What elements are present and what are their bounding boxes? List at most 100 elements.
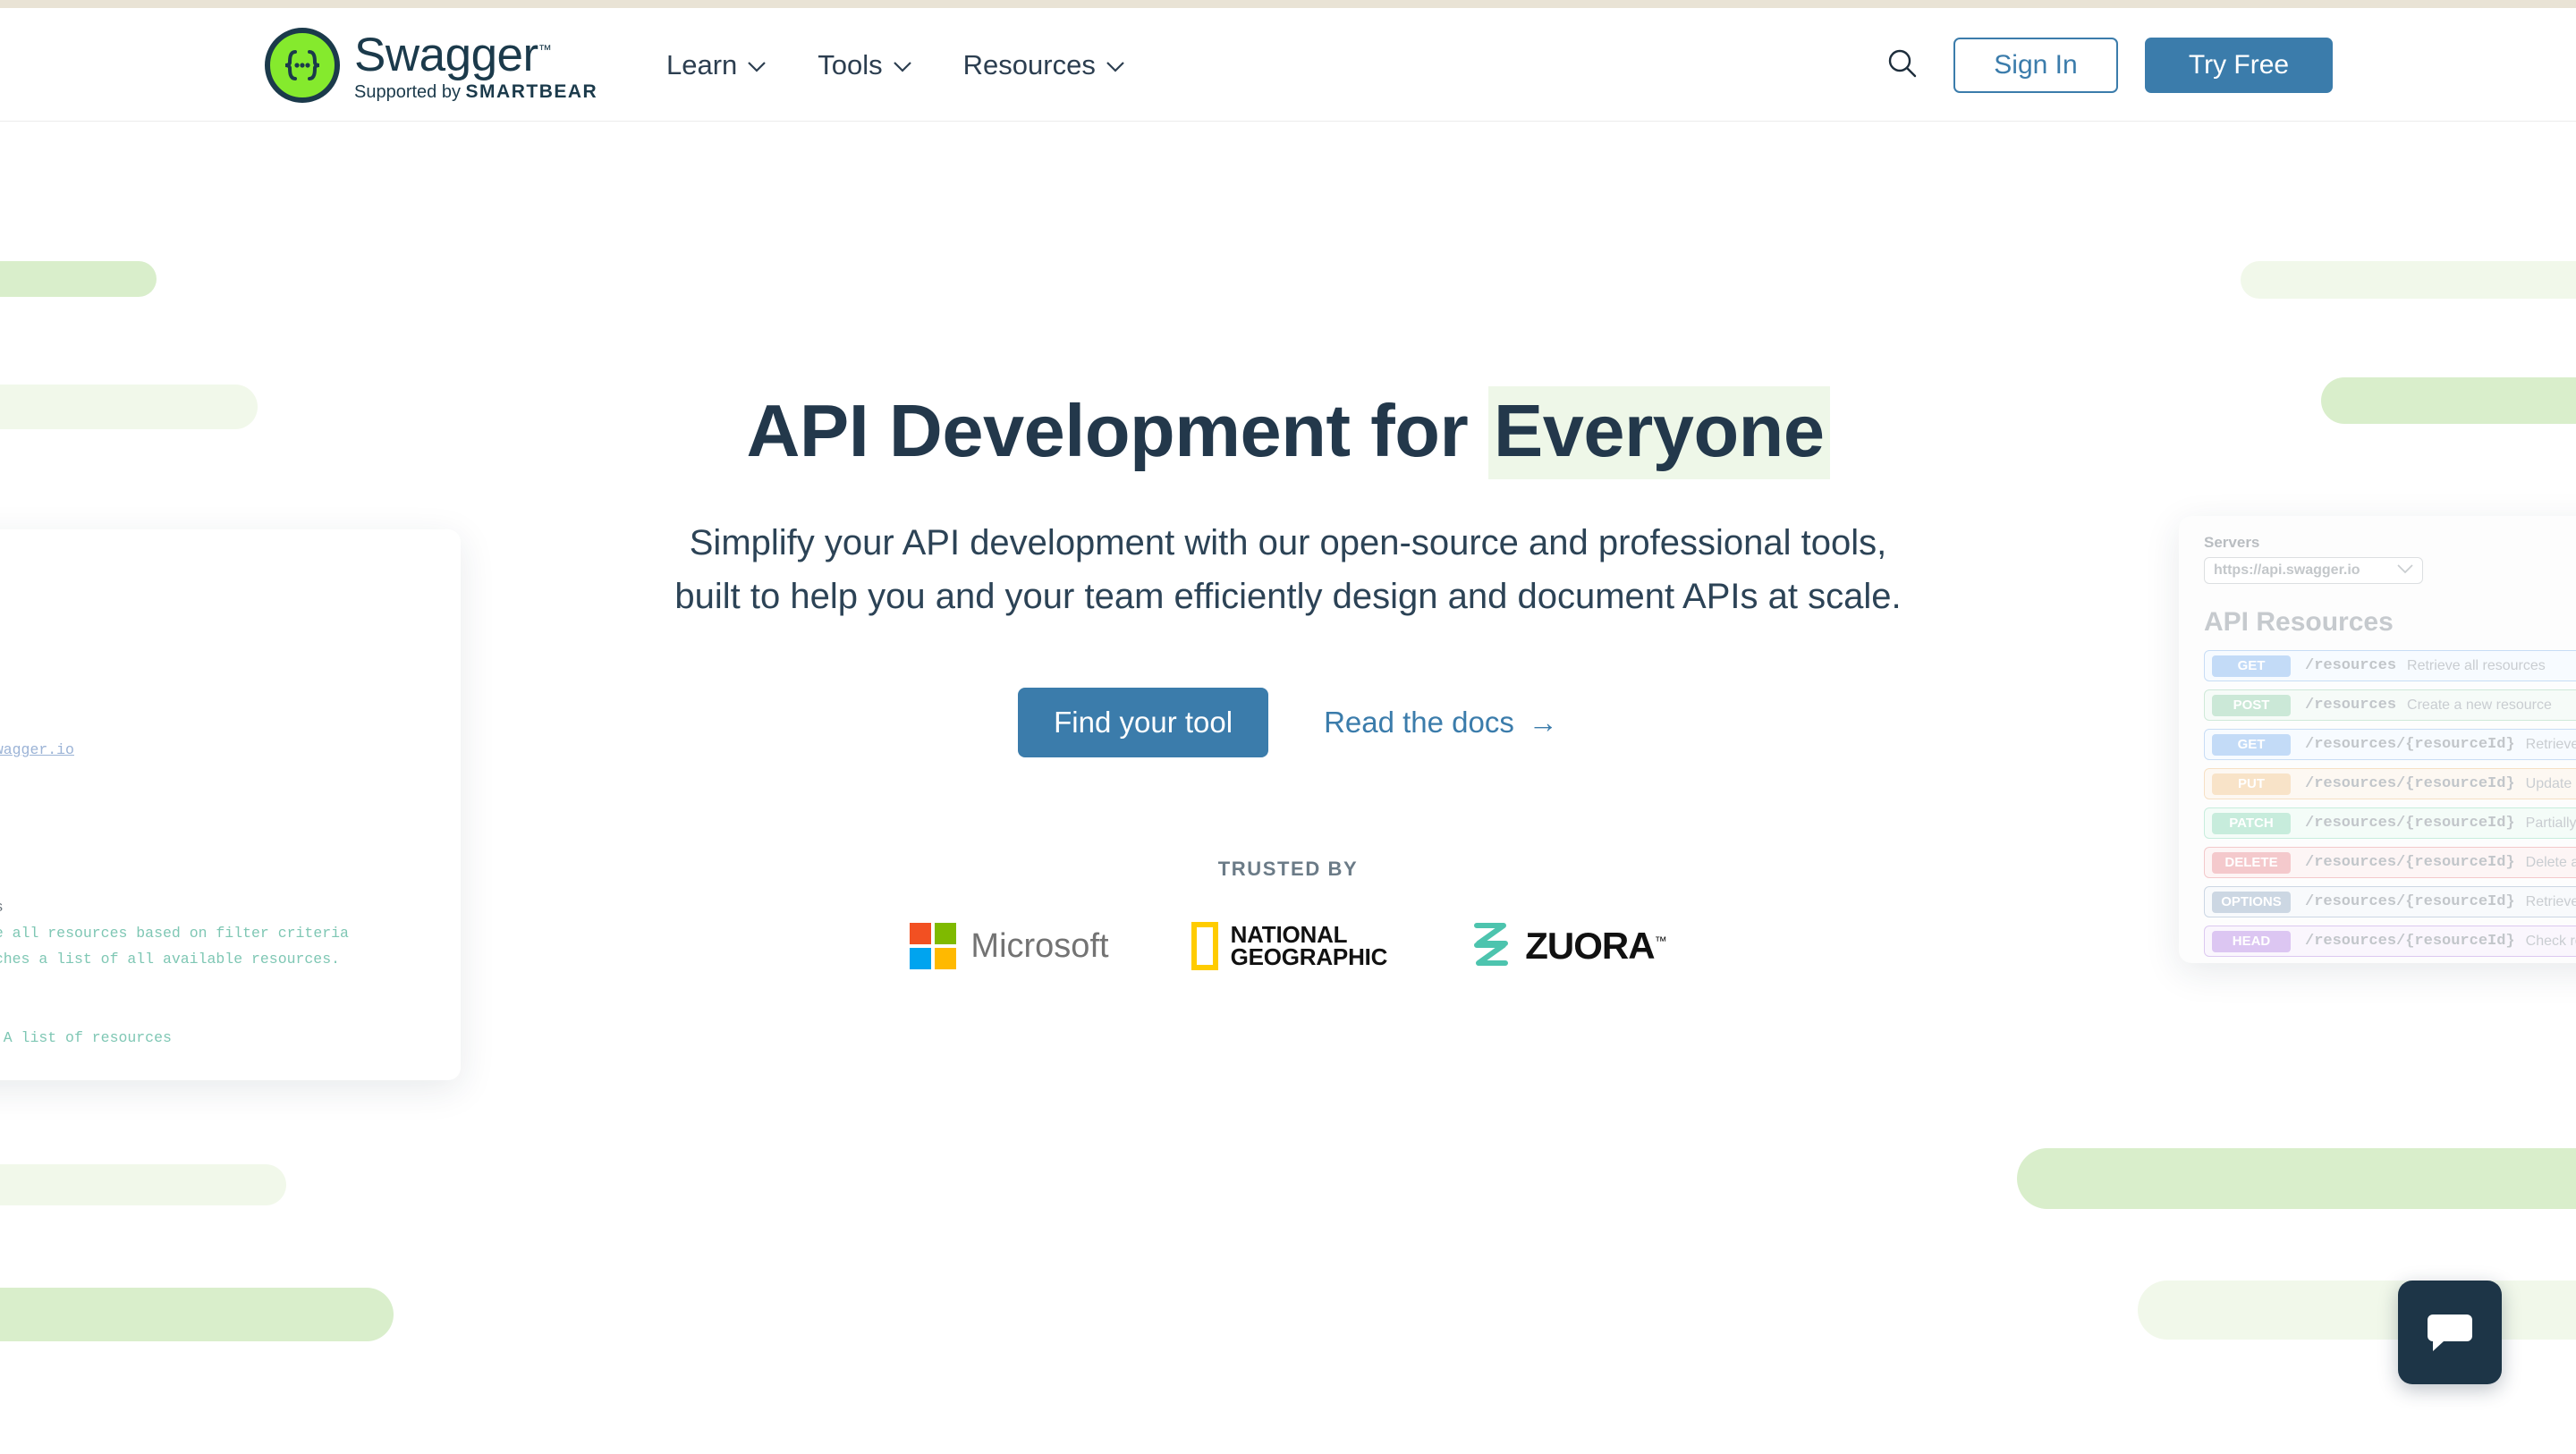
- nav-item-resources[interactable]: Resources: [963, 51, 1124, 79]
- decor-pill-3: [2321, 377, 2576, 424]
- chevron-down-icon: [748, 61, 767, 72]
- chat-bubble-icon: [2426, 1309, 2474, 1357]
- http-method-badge: OPTIONS: [2212, 891, 2291, 913]
- zuora-mark-icon: [1470, 920, 1513, 973]
- decor-pill-0: [0, 261, 157, 297]
- api-resources-card: Servers https://api.swagger.io API Resou…: [2179, 516, 2576, 963]
- decor-pill-6: [2017, 1148, 2576, 1209]
- endpoint-path: /resources/{resourceId}: [2305, 775, 2515, 792]
- nav-item-tools-label: Tools: [818, 49, 883, 80]
- http-method-badge: HEAD: [2212, 930, 2291, 952]
- hero-content: API Development for Everyone Simplify yo…: [483, 386, 2093, 973]
- servers-label: Servers: [2204, 534, 2260, 551]
- zuora-logo: ZUORA™: [1470, 920, 1667, 973]
- chevron-down-icon: [893, 61, 911, 72]
- api-endpoint-row[interactable]: OPTIONS/resources/{resourceId} Retrieve o…: [2204, 886, 2576, 917]
- api-endpoint-list: GET/resources Retrieve all resources POST /…: [2204, 650, 2576, 957]
- logo-supported-by: Supported by SMARTBEAR: [354, 82, 597, 101]
- api-endpoint-row[interactable]: GET/resources/{resourceId} Retrieve a res…: [2204, 729, 2576, 760]
- page-root: Swagger™ Supported by SMARTBEAR Learn To…: [0, 0, 2576, 1454]
- server-select[interactable]: https://api.swagger.io: [2204, 557, 2423, 584]
- arrow-right-icon: →: [1528, 705, 1558, 739]
- national-geographic-logo: NATIONAL GEOGRAPHIC: [1191, 922, 1388, 971]
- endpoint-description: Partially update a resource: [2525, 815, 2576, 831]
- nav-item-learn[interactable]: Learn: [666, 51, 767, 79]
- code-token: Retrieve all resources based on filter c…: [0, 924, 349, 942]
- chevron-down-icon: [1106, 61, 1124, 72]
- microsoft-square-3: [935, 948, 957, 970]
- http-method-badge: POST: [2212, 694, 2291, 716]
- api-endpoint-row[interactable]: GET/resources Retrieve all resources: [2204, 650, 2576, 681]
- chat-widget-button[interactable]: [2398, 1281, 2502, 1384]
- hero-title-lead: API Development for: [746, 389, 1488, 472]
- endpoint-path: /resources/{resourceId}: [2305, 815, 2515, 832]
- chevron-down-icon: [2397, 562, 2413, 579]
- decor-pill-2: [2241, 261, 2576, 299]
- find-your-tool-button[interactable]: Find your tool: [1018, 687, 1269, 757]
- trusted-by-section: TRUSTED BY Microsoft NATIONAL GEOGRAPHIC: [483, 858, 2093, 973]
- read-the-docs-link[interactable]: Read the docs →: [1324, 706, 1558, 740]
- endpoint-description: Retrieve a resource: [2525, 736, 2576, 752]
- microsoft-square-0: [910, 923, 932, 945]
- zuora-wordmark: ZUORA™: [1525, 925, 1666, 968]
- hero-subtitle-line-1: Simplify your API development with our o…: [689, 522, 1887, 562]
- code-token: https://api.swagger.io: [0, 741, 74, 759]
- search-icon: [1885, 46, 1920, 84]
- endpoint-description: Retrieve all resources: [2407, 657, 2546, 673]
- site-header: Swagger™ Supported by SMARTBEAR Learn To…: [0, 8, 2576, 122]
- endpoint-path: /resources/{resourceId}: [2305, 893, 2515, 910]
- read-the-docs-label: Read the docs: [1324, 705, 1514, 739]
- http-method-badge: PATCH: [2212, 812, 2291, 834]
- natgeo-line-2: GEOGRAPHIC: [1230, 943, 1388, 971]
- nav-item-resources-label: Resources: [962, 49, 1096, 80]
- code-token: A list of resources: [3, 1028, 172, 1046]
- api-endpoint-row[interactable]: PUT/resources/{resourceId} Update a resou…: [2204, 768, 2576, 799]
- nav-item-tools[interactable]: Tools: [818, 51, 911, 79]
- endpoint-description: Retrieve options: [2525, 893, 2576, 909]
- openapi-spec-code-card: openapi: 3.1.0 info: title: Swagger API …: [0, 529, 461, 1080]
- decor-pill-4: [0, 1164, 286, 1205]
- search-button[interactable]: [1878, 41, 1927, 89]
- logo-text-block: Swagger™ Supported by SMARTBEAR: [354, 28, 597, 101]
- http-method-badge: GET: [2212, 733, 2291, 756]
- decor-pill-7: [2138, 1281, 2576, 1340]
- sign-in-button[interactable]: Sign In: [1953, 37, 2118, 93]
- server-select-value: https://api.swagger.io: [2214, 562, 2360, 578]
- endpoint-path: /resources/{resourceId}: [2305, 854, 2515, 871]
- top-accent-strip: [0, 0, 2576, 8]
- header-actions: Sign In Try Free: [1878, 8, 2333, 122]
- api-endpoint-row[interactable]: PATCH/resources/{resourceId} Partially up…: [2204, 807, 2576, 839]
- smartbear-brand: SMARTBEAR: [465, 81, 598, 102]
- supported-prefix: Supported by: [354, 82, 461, 102]
- http-method-badge: PUT: [2212, 773, 2291, 795]
- api-endpoint-row[interactable]: HEAD/resources/{resourceId} Check resourc…: [2204, 926, 2576, 957]
- microsoft-square-1: [935, 923, 957, 945]
- microsoft-logo: Microsoft: [910, 923, 1109, 970]
- api-resources-heading: API Resources: [2204, 607, 2394, 637]
- microsoft-squares-icon: [910, 923, 957, 970]
- api-endpoint-row[interactable]: POST/resources Create a new resource: [2204, 689, 2576, 721]
- zuora-wordmark-text: ZUORA: [1525, 925, 1655, 968]
- try-free-button[interactable]: Try Free: [2145, 37, 2333, 93]
- http-method-badge: GET: [2212, 655, 2291, 677]
- trusted-by-logos: Microsoft NATIONAL GEOGRAPHIC ZUORA™: [483, 920, 2093, 973]
- endpoint-description: Create a new resource: [2407, 697, 2552, 713]
- decor-pill-1: [0, 385, 258, 429]
- national-geographic-wordmark: NATIONAL GEOGRAPHIC: [1230, 923, 1388, 971]
- trusted-by-label: TRUSTED BY: [1217, 857, 1359, 880]
- hero-subtitle-line-2: built to help you and your team efficien…: [674, 576, 1902, 616]
- endpoint-path: /resources/{resourceId}: [2305, 736, 2515, 753]
- decor-pill-5: [0, 1288, 394, 1341]
- swagger-logo[interactable]: Swagger™ Supported by SMARTBEAR: [265, 28, 597, 103]
- code-token: Fetches a list of all available resource…: [0, 951, 341, 968]
- microsoft-wordmark: Microsoft: [970, 926, 1109, 965]
- logo-wordmark: Swagger™: [354, 31, 552, 79]
- endpoint-path: /resources: [2305, 697, 2397, 714]
- hero-subtitle: Simplify your API development with our o…: [483, 516, 2093, 623]
- api-endpoint-row[interactable]: DELETE/resources/{resourceId} Delete a re…: [2204, 847, 2576, 878]
- endpoint-path: /resources/{resourceId}: [2305, 933, 2515, 950]
- openapi-spec-code: openapi: 3.1.0 info: title: Swagger API …: [0, 554, 461, 1080]
- code-token: - API Resources: [0, 899, 4, 916]
- primary-nav: Learn Tools Resources: [666, 8, 1124, 122]
- logo-wordmark-text: Swagger: [354, 29, 538, 81]
